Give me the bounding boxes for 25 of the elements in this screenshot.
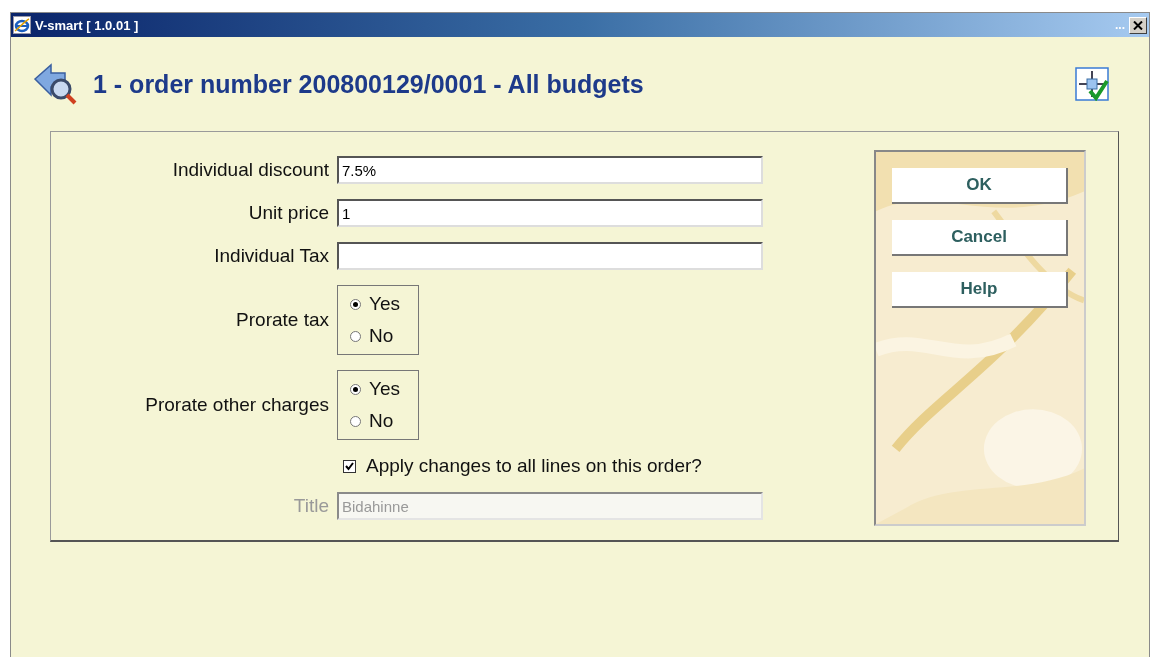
- input-field[interactable]: [337, 242, 763, 270]
- checkbox[interactable]: [343, 459, 356, 473]
- input-field[interactable]: 7.5%: [337, 156, 763, 184]
- radio-option[interactable]: Yes: [350, 374, 418, 404]
- input-field[interactable]: 1: [337, 199, 763, 227]
- dialog-button[interactable]: Cancel: [892, 220, 1068, 256]
- dialog-button[interactable]: Help: [892, 272, 1068, 308]
- field-label: Prorate other charges: [145, 394, 329, 416]
- field-label: Individual discount: [172, 159, 329, 181]
- back-search-icon[interactable]: [33, 61, 79, 107]
- move-check-icon[interactable]: [1075, 67, 1109, 101]
- page-title: 1 - order number 200800129/0001 - All budgets: [93, 69, 645, 99]
- field-label: Individual Tax: [214, 245, 329, 267]
- browser-icon: [13, 16, 31, 34]
- dialog-button[interactable]: OK: [892, 168, 1068, 204]
- field-label: Prorate tax: [236, 309, 329, 331]
- radio-option[interactable]: No: [350, 321, 418, 351]
- close-icon: [1133, 20, 1143, 30]
- radio-option[interactable]: No: [350, 406, 418, 436]
- radio-option[interactable]: Yes: [350, 289, 418, 319]
- field-label: Title: [293, 495, 329, 517]
- checkbox-label: Apply changes to all lines on this order?: [366, 455, 702, 477]
- field-label: Unit price: [248, 202, 329, 224]
- window-title: V-smart [ 1.0.01 ]: [35, 17, 140, 33]
- close-button[interactable]: [1129, 16, 1147, 34]
